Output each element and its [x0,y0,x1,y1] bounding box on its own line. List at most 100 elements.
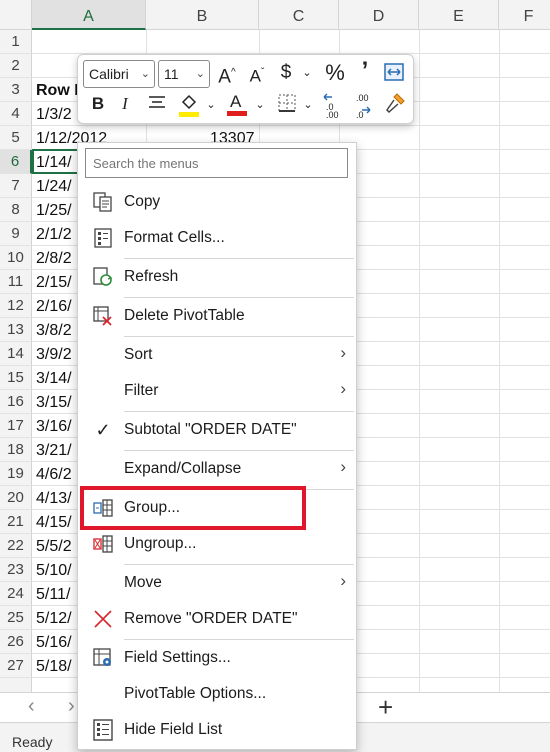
row-header-15[interactable]: 15 [0,366,32,390]
cell-a12[interactable]: 2/16/ [36,294,72,318]
add-sheet-button[interactable]: + [378,692,393,723]
menu-item-refresh[interactable]: Refresh [78,261,356,293]
cell-a18[interactable]: 3/21/ [36,438,72,462]
cell-a19[interactable]: 4/6/2 [36,462,72,486]
percent-style-icon[interactable]: % [322,61,348,85]
row-header-24[interactable]: 24 [0,582,32,606]
row-header-12[interactable]: 12 [0,294,32,318]
increase-decimal-icon[interactable]: .0.00 [322,91,348,120]
font-name-dropdown[interactable]: Calibri ⌄ [83,60,155,88]
cell-a17[interactable]: 3/16/ [36,414,72,438]
cell-a24[interactable]: 5/11/ [36,582,70,606]
row-header-18[interactable]: 18 [0,438,32,462]
row-header-22[interactable]: 22 [0,534,32,558]
menu-item-sort[interactable]: Sort › [78,339,356,371]
cell-a26[interactable]: 5/16/ [36,630,72,654]
column-header-c[interactable]: C [259,0,339,30]
row-header-6[interactable]: 6 [0,150,32,174]
fill-color-icon[interactable] [177,92,201,118]
chevron-down-icon[interactable]: ⌄ [204,93,218,117]
cell-a27[interactable]: 5/18/ [36,654,72,678]
column-header-a[interactable]: A [32,0,146,30]
row-header-3[interactable]: 3 [0,78,32,102]
decrease-decimal-icon[interactable]: .00 .0 [352,91,378,120]
column-header-d[interactable]: D [339,0,419,30]
italic-icon[interactable]: I [116,92,134,116]
decrease-font-size-icon[interactable]: Aˇ [245,61,269,89]
cell-a10[interactable]: 2/8/2 [36,246,72,270]
cell-a15[interactable]: 3/14/ [36,366,72,390]
chevron-down-icon[interactable]: ⌄ [301,93,315,117]
row-header-2[interactable]: 2 [0,54,32,78]
format-painter-icon[interactable] [383,92,407,116]
row-header-26[interactable]: 26 [0,630,32,654]
row-header-1[interactable]: 1 [0,30,32,54]
select-all-corner[interactable] [0,0,32,30]
menu-item-ungroup[interactable]: Ungroup... [78,528,356,560]
row-header-14[interactable]: 14 [0,342,32,366]
cell-a21[interactable]: 4/15/ [36,510,72,534]
cell-a16[interactable]: 3/15/ [36,390,72,414]
column-header-b[interactable]: B [146,0,259,30]
font-size-dropdown[interactable]: 11 ⌄ [158,60,210,88]
row-header-8[interactable]: 8 [0,198,32,222]
menu-item-filter[interactable]: Filter › [78,375,356,407]
row-header-20[interactable]: 20 [0,486,32,510]
font-name-value: Calibri [89,66,129,82]
row-header-7[interactable]: 7 [0,174,32,198]
menu-item-label: PivotTable Options... [124,685,267,702]
row-header-23[interactable]: 23 [0,558,32,582]
row-header-21[interactable]: 21 [0,510,32,534]
cell-a23[interactable]: 5/10/ [36,558,72,582]
row-header-27[interactable]: 27 [0,654,32,678]
row-header-13[interactable]: 13 [0,318,32,342]
cell-a13[interactable]: 3/8/2 [36,318,72,342]
column-header-e[interactable]: E [419,0,499,30]
comma-style-icon[interactable]: ’ [355,59,375,83]
cell-a7[interactable]: 1/24/ [36,174,72,198]
row-header-17[interactable]: 17 [0,414,32,438]
row-header-19[interactable]: 19 [0,462,32,486]
cell-a9[interactable]: 2/1/2 [36,222,72,246]
chevron-right-icon: › [340,457,346,476]
cell-a20[interactable]: 4/13/ [36,486,72,510]
borders-icon[interactable] [276,93,298,115]
row-header-16[interactable]: 16 [0,390,32,414]
menu-item-format-cells[interactable]: Format Cells... [78,222,356,254]
row-header-11[interactable]: 11 [0,270,32,294]
accounting-format-icon[interactable]: $ [276,61,296,85]
scroll-left-icon[interactable]: ‹ [28,695,35,718]
row-header-5[interactable]: 5 [0,126,32,150]
wrap-text-icon[interactable] [383,62,405,82]
cell-a14[interactable]: 3/9/2 [36,342,72,366]
menu-search-input[interactable] [85,148,348,178]
row-header-25[interactable]: 25 [0,606,32,630]
menu-item-delete-pivottable[interactable]: Delete PivotTable [78,300,356,332]
row-header-9[interactable]: 9 [0,222,32,246]
cell-a4[interactable]: 1/3/2 [36,102,72,126]
row-header-10[interactable]: 10 [0,246,32,270]
increase-font-size-icon[interactable]: A^ [215,61,239,89]
row-header-4[interactable]: 4 [0,102,32,126]
cell-a22[interactable]: 5/5/2 [36,534,72,558]
scroll-right-icon[interactable]: › [68,695,75,718]
column-header-f[interactable]: F [499,0,550,30]
chevron-down-icon[interactable]: ⌄ [253,93,267,117]
bold-icon[interactable]: B [88,92,108,116]
menu-item-copy[interactable]: Copy [78,186,356,218]
cell-a25[interactable]: 5/12/ [36,606,72,630]
menu-item-expand-collapse[interactable]: Expand/Collapse › [78,453,356,485]
menu-item-subtotal[interactable]: ✓ Subtotal "ORDER DATE" [78,414,356,446]
font-color-icon[interactable]: A [226,91,248,117]
menu-item-label: Hide Field List [124,721,223,738]
menu-item-pivottable-options[interactable]: PivotTable Options... [78,678,356,710]
menu-item-field-settings[interactable]: Field Settings... [78,642,356,674]
chevron-down-icon[interactable]: ⌄ [300,61,314,85]
cell-a11[interactable]: 2/15/ [36,270,72,294]
cell-a8[interactable]: 1/25/ [36,198,72,222]
menu-item-move[interactable]: Move › [78,567,356,599]
menu-item-label: Move [124,574,162,591]
align-center-icon[interactable] [146,94,168,114]
menu-item-hide-field-list[interactable]: Hide Field List [78,714,356,746]
menu-item-remove[interactable]: Remove "ORDER DATE" [78,603,356,635]
